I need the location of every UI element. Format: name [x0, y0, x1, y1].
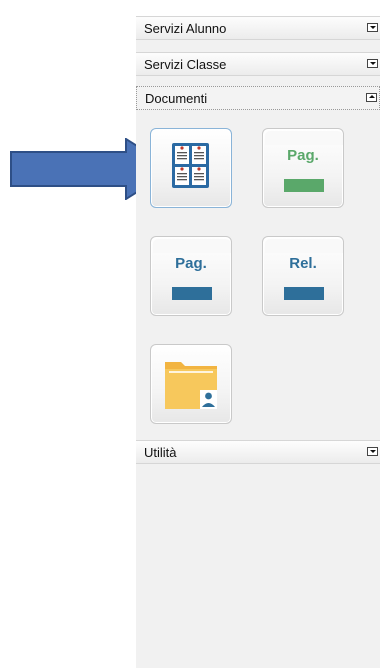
- sidebar: Servizi Alunno Servizi Classe Documenti: [136, 16, 380, 668]
- section-label: Servizi Classe: [144, 57, 227, 72]
- documents-grid-tile[interactable]: [150, 128, 232, 208]
- folder-user-icon: [165, 362, 217, 409]
- green-bar-icon: [284, 179, 324, 192]
- pag-blue-tile[interactable]: Pag.: [150, 236, 232, 316]
- expand-icon[interactable]: [367, 447, 378, 456]
- collapse-icon[interactable]: [366, 93, 377, 102]
- folder-user-tile[interactable]: [150, 344, 232, 424]
- documents-grid-icon: [172, 143, 209, 188]
- section-servizi-classe[interactable]: Servizi Classe: [136, 52, 380, 76]
- expand-icon[interactable]: [367, 23, 378, 32]
- tile-text: Pag.: [175, 255, 207, 272]
- tile-text: Rel.: [289, 255, 317, 272]
- blue-bar-icon: [284, 287, 324, 300]
- documenti-panel: Pag. Pag. Rel.: [136, 112, 380, 440]
- blue-bar-icon: [172, 287, 212, 300]
- section-servizi-alunno[interactable]: Servizi Alunno: [136, 16, 380, 40]
- section-label: Documenti: [145, 91, 208, 106]
- section-label: Servizi Alunno: [144, 21, 227, 36]
- section-label: Utilità: [144, 445, 177, 460]
- tile-text: Pag.: [287, 147, 319, 164]
- expand-icon[interactable]: [367, 59, 378, 68]
- pag-green-tile[interactable]: Pag.: [262, 128, 344, 208]
- section-documenti[interactable]: Documenti: [136, 86, 380, 110]
- rel-blue-tile[interactable]: Rel.: [262, 236, 344, 316]
- section-utilita[interactable]: Utilità: [136, 440, 380, 464]
